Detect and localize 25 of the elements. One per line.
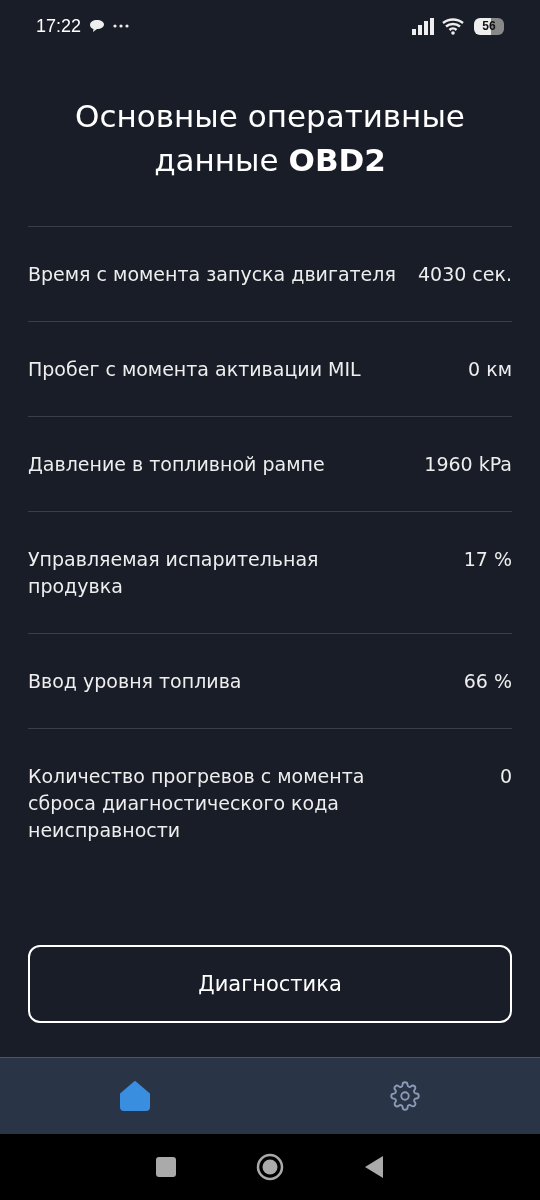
parameter-value: 4030 сек. xyxy=(417,262,512,287)
home-button[interactable] xyxy=(256,1153,284,1181)
signal-icon xyxy=(412,17,434,35)
battery-level: 56 xyxy=(474,17,504,35)
parameter-label: Количество прогревов с момента сброса диагностического кода неисправности xyxy=(28,764,366,843)
more-icon xyxy=(113,24,130,28)
page-title: Основные оперативные данные OBD2 xyxy=(74,97,466,180)
parameter-value: 0 xyxy=(499,764,512,789)
parameter-value: 1960 kPa xyxy=(424,452,512,477)
chat-icon xyxy=(89,19,106,33)
home-icon xyxy=(119,1080,151,1112)
parameter-value: 66 % xyxy=(463,669,512,694)
recents-button[interactable] xyxy=(156,1157,176,1177)
parameter-label: Время с момента запуска двигателя xyxy=(28,262,396,287)
back-button[interactable] xyxy=(364,1155,384,1179)
parameter-value: 17 % xyxy=(463,547,512,572)
parameter-label: Ввод уровня топлива xyxy=(28,669,242,694)
wifi-icon xyxy=(442,17,466,35)
status-time: 17:22 xyxy=(36,15,82,37)
parameter-label: Управляемая испарительная продувка xyxy=(28,547,320,599)
parameter-label: Пробег с момента активации MIL xyxy=(28,357,361,382)
parameter-value: 0 км xyxy=(468,357,512,382)
parameter-label: Давление в топливной рампе xyxy=(28,452,325,477)
settings-icon xyxy=(390,1081,420,1111)
diagnostics-button[interactable]: Диагностика xyxy=(28,945,512,1023)
